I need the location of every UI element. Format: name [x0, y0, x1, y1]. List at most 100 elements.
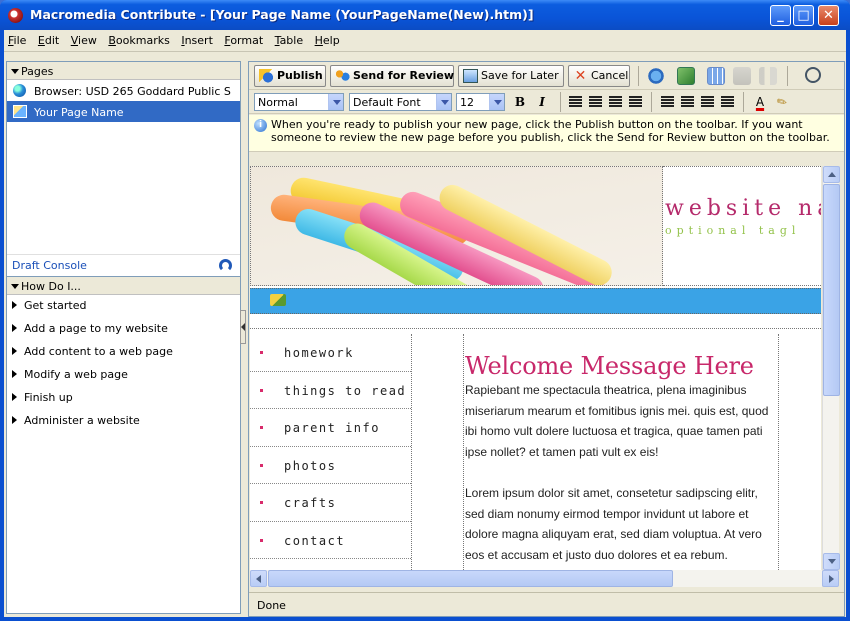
menu-file[interactable]: File: [4, 30, 30, 47]
indent-icon[interactable]: [721, 96, 734, 107]
page-item-your-page[interactable]: Your Page Name: [7, 101, 240, 122]
expand-icon: [12, 370, 17, 378]
chevron-down-icon: [489, 94, 504, 110]
align-center-icon[interactable]: [589, 96, 602, 107]
align-right-icon[interactable]: [609, 96, 622, 107]
title-bar[interactable]: Macromedia Contribute - [Your Page Name …: [0, 0, 850, 30]
nav-label: contact: [284, 533, 346, 548]
globe-icon: [13, 84, 26, 97]
howdo-modify-page[interactable]: Modify a web page: [7, 364, 240, 387]
anchor-icon[interactable]: [270, 294, 286, 306]
style-select[interactable]: Normal: [254, 93, 344, 111]
save-for-later-button[interactable]: Save for Later: [458, 65, 564, 87]
pages-panel-header[interactable]: Pages: [7, 62, 240, 80]
paragraph[interactable]: Rapiebant me spectacula theatrica, plena…: [465, 380, 778, 462]
link-icon[interactable]: [647, 67, 665, 85]
content-column[interactable]: Welcome Message Here Rapiebant me specta…: [463, 334, 779, 583]
howdo-add-content[interactable]: Add content to a web page: [7, 341, 240, 364]
publish-icon: [259, 69, 274, 83]
howdo-finish-up[interactable]: Finish up: [7, 387, 240, 410]
font-select[interactable]: Default Font: [349, 93, 452, 111]
format-toolbar: Normal Default Font 12 B I A ✎: [249, 90, 844, 114]
nav-label: parent info: [284, 421, 380, 435]
draft-console-icon[interactable]: [219, 259, 232, 272]
howdo-get-started[interactable]: Get started: [7, 295, 240, 318]
toolbar-separator: [638, 66, 639, 86]
page-icon: [13, 105, 27, 118]
nav-column: homework things to read parent info phot…: [250, 334, 412, 583]
scroll-thumb[interactable]: [268, 570, 673, 587]
scroll-left-button[interactable]: [250, 570, 267, 587]
nav-link-photos[interactable]: photos: [250, 447, 411, 484]
draft-console-row: Draft Console: [7, 254, 240, 276]
menu-view[interactable]: View: [67, 30, 101, 47]
cancel-label: Cancel: [591, 69, 629, 82]
close-button[interactable]: ✕: [818, 5, 839, 26]
menu-bookmarks[interactable]: Bookmarks: [104, 30, 173, 47]
menu-help[interactable]: Help: [311, 30, 344, 47]
bulleted-list-icon[interactable]: [681, 96, 694, 107]
nav-color-bar[interactable]: [250, 288, 821, 314]
bold-button[interactable]: B: [511, 93, 529, 111]
nav-link-homework[interactable]: homework: [250, 334, 411, 372]
cancel-button[interactable]: ✕ Cancel: [568, 65, 630, 87]
menu-table[interactable]: Table: [271, 30, 307, 47]
contribute-app-icon[interactable]: [8, 8, 23, 23]
howdo-add-page[interactable]: Add a page to my website: [7, 318, 240, 341]
scroll-thumb[interactable]: [823, 184, 840, 396]
nav-link-contact[interactable]: contact: [250, 522, 411, 559]
draft-console-link[interactable]: Draft Console: [12, 259, 87, 272]
bullet: [260, 426, 263, 429]
body-text[interactable]: Rapiebant me spectacula theatrica, plena…: [464, 380, 778, 565]
menu-edit[interactable]: Edit: [34, 30, 63, 47]
send-for-review-button[interactable]: Send for Review: [330, 65, 454, 87]
page-item-browser[interactable]: Browser: USD 265 Goddard Public S: [7, 80, 240, 101]
help-icon[interactable]: [805, 67, 821, 83]
status-text: Done: [257, 599, 286, 612]
site-tagline[interactable]: optional tagl: [665, 224, 800, 237]
menu-format[interactable]: Format: [220, 30, 267, 47]
chart-icon[interactable]: [759, 67, 777, 85]
vertical-scrollbar[interactable]: [822, 166, 840, 570]
italic-button[interactable]: I: [533, 93, 551, 111]
nav-link-crafts[interactable]: crafts: [250, 484, 411, 522]
main-toolbar: Publish Send for Review Save for Later ✕…: [249, 62, 844, 90]
align-left-icon[interactable]: [569, 96, 582, 107]
align-justify-icon[interactable]: [629, 96, 642, 107]
numbered-list-icon[interactable]: [661, 96, 674, 107]
site-title[interactable]: website na: [665, 196, 821, 221]
insert-image-icon[interactable]: [677, 67, 695, 85]
document-icon[interactable]: [733, 67, 751, 85]
welcome-heading[interactable]: Welcome Message Here: [464, 334, 778, 380]
scroll-down-button[interactable]: [823, 553, 840, 570]
bullet: [260, 538, 263, 542]
maximize-button[interactable]: □: [793, 5, 814, 26]
size-value: 12: [460, 96, 474, 109]
horizontal-scrollbar[interactable]: [250, 570, 839, 587]
size-select[interactable]: 12: [456, 93, 505, 111]
publish-button[interactable]: Publish: [254, 65, 326, 87]
collapse-icon: [11, 69, 19, 74]
outdent-icon[interactable]: [701, 96, 714, 107]
chevron-down-icon: [328, 94, 343, 110]
divider: [250, 328, 821, 329]
howdo-administer[interactable]: Administer a website: [7, 410, 240, 433]
how-do-i-header[interactable]: How Do I...: [7, 277, 240, 295]
panel-splitter[interactable]: [240, 310, 246, 344]
hero-chalk-image[interactable]: [250, 166, 663, 286]
expand-icon: [12, 324, 17, 332]
howdo-label: Add a page to my website: [24, 322, 168, 335]
minimize-button[interactable]: _: [770, 5, 791, 26]
highlight-pen-icon[interactable]: ✎: [770, 90, 795, 115]
scroll-up-button[interactable]: [823, 166, 840, 183]
scroll-right-button[interactable]: [822, 570, 839, 587]
collapse-icon: [11, 284, 19, 289]
pages-panel: Pages Browser: USD 265 Goddard Public S …: [6, 61, 241, 277]
insert-table-icon[interactable]: [707, 67, 725, 85]
menu-insert[interactable]: Insert: [177, 30, 217, 47]
document-canvas[interactable]: website na optional tagl homework things…: [250, 166, 821, 583]
nav-link-parent-info[interactable]: parent info: [250, 409, 411, 447]
paragraph[interactable]: Lorem ipsum dolor sit amet, consetetur s…: [465, 483, 778, 565]
text-color-button[interactable]: A: [751, 93, 769, 111]
nav-link-things-to-read[interactable]: things to read: [250, 372, 411, 409]
